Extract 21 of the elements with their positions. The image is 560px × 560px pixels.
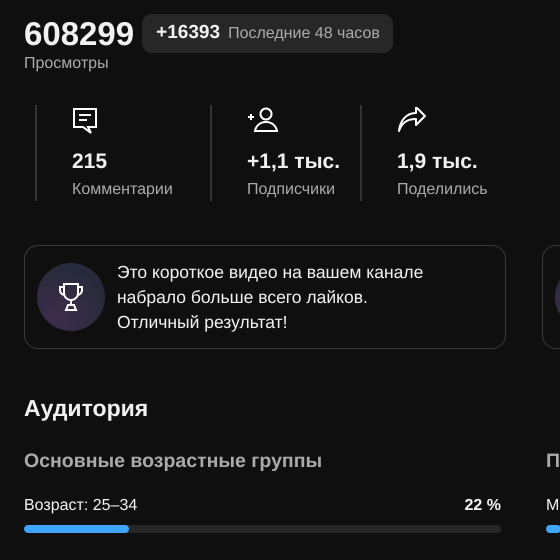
section-title: Аудитория bbox=[24, 395, 150, 422]
age-label: М bbox=[546, 497, 560, 515]
add-person-icon bbox=[247, 107, 279, 133]
comment-icon bbox=[72, 107, 98, 135]
trophy-icon bbox=[58, 282, 84, 312]
stat-label: Комментарии bbox=[72, 181, 174, 199]
views-label: Просмотры bbox=[24, 55, 110, 73]
stat-value: 215 bbox=[72, 150, 108, 174]
stat-value: 1,9 тыс. bbox=[397, 150, 479, 174]
stat-value: +1,1 тыс. bbox=[247, 150, 342, 174]
share-icon bbox=[397, 107, 427, 133]
growth-value: +16393 bbox=[156, 22, 220, 44]
age-label: Возраст: 25–34 bbox=[24, 497, 138, 515]
percent-value: 22 % bbox=[464, 497, 501, 515]
card-message: Это короткое видео на вашем канале набрало больше всего лайков. Отличный результат! bbox=[117, 260, 424, 334]
stat-label: Поделились bbox=[397, 181, 488, 199]
group-title: Основные возрастные группы bbox=[24, 450, 324, 473]
growth-period: Последние 48 часов bbox=[228, 25, 380, 43]
stat-label: Подписчики bbox=[247, 181, 336, 199]
view-count: 608299 bbox=[24, 14, 134, 52]
group-title: П bbox=[546, 450, 560, 473]
